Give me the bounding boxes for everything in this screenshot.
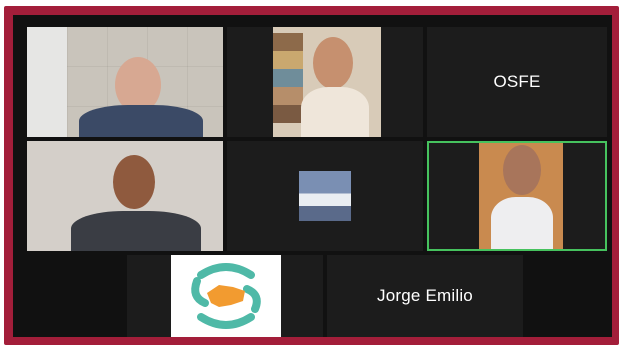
presentation-frame: OSFE Jorge Emilio [4, 6, 619, 345]
participant-tile[interactable]: OSFE [427, 27, 607, 137]
participant-tile[interactable] [227, 27, 423, 137]
participant-tile[interactable]: Jorge Emilio [327, 255, 523, 337]
participant-tile[interactable] [27, 141, 223, 251]
participant-shoulders [491, 197, 553, 249]
window-light [27, 27, 67, 137]
participant-tile[interactable] [227, 141, 423, 251]
participant-tile[interactable] [127, 255, 323, 337]
participant-shoulders [301, 87, 369, 137]
participant-shoulders [79, 105, 203, 137]
video-gallery: OSFE Jorge Emilio [13, 15, 612, 337]
participant-shoulders [71, 211, 201, 251]
participant-name: OSFE [493, 72, 541, 91]
participant-video [299, 171, 351, 221]
participant-tile[interactable] [27, 27, 223, 137]
participant-name: Jorge Emilio [377, 286, 473, 305]
participant-face [113, 155, 155, 209]
organization-logo-icon [191, 263, 261, 329]
participant-face [313, 37, 353, 89]
bookshelf [273, 33, 303, 123]
participant-tile-active-speaker[interactable] [427, 141, 607, 251]
participant-face [503, 145, 541, 195]
